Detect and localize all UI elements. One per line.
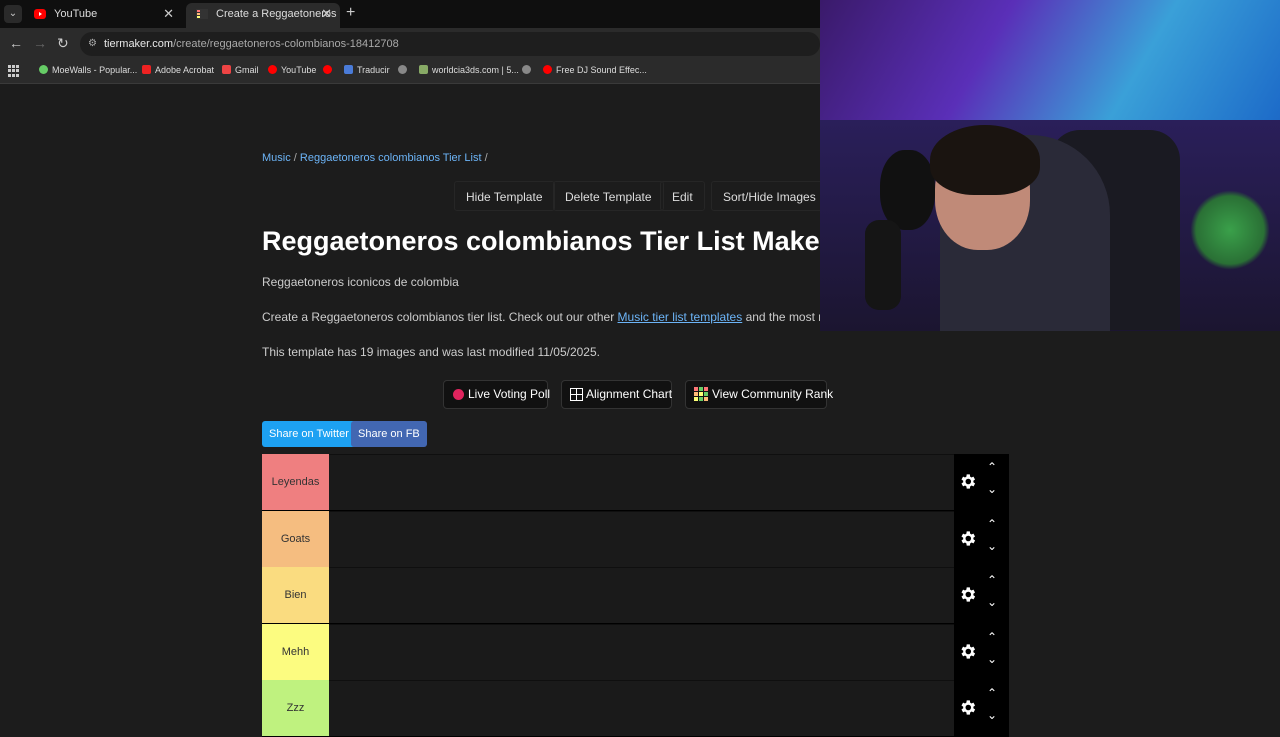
address-bar[interactable]: ⚙ tiermaker.com/create/reggaetoneros-col… — [80, 32, 820, 56]
tier-colors-icon — [694, 387, 708, 401]
share-twitter-button[interactable]: Share on Twitter — [262, 421, 356, 447]
alignment-chart-button[interactable]: Alignment Chart — [561, 380, 672, 409]
grid-icon — [570, 388, 583, 401]
webcam-microphone — [865, 220, 901, 310]
share-fb-button[interactable]: Share on FB — [351, 421, 427, 447]
sort-hide-images-button[interactable]: Sort/Hide Images — [711, 181, 828, 211]
forward-icon[interactable]: → — [33, 35, 47, 51]
breadcrumb: Music / Reggaetoneros colombianos Tier L… — [262, 152, 488, 164]
chevron-down-icon[interactable]: ⌄ — [987, 652, 997, 666]
tier-label[interactable]: Leyendas — [262, 454, 329, 510]
hide-template-button[interactable]: Hide Template — [454, 181, 555, 211]
acrobat-icon — [142, 65, 151, 74]
tier-drop-area[interactable] — [329, 623, 954, 680]
template-meta: This template has 19 images and was last… — [262, 345, 600, 359]
bookmark-free-dj[interactable]: Free DJ Sound Effec... — [543, 65, 647, 75]
close-icon[interactable]: ✕ — [321, 3, 332, 25]
chevron-up-icon[interactable]: ⌃ — [987, 686, 997, 700]
youtube-icon — [268, 65, 277, 74]
chevron-up-icon[interactable]: ⌃ — [987, 517, 997, 531]
live-voting-poll-button[interactable]: Live Voting Poll — [443, 380, 550, 409]
youtube-icon — [323, 65, 332, 74]
tier-label[interactable]: Bien — [262, 567, 329, 623]
bookmark-adobe-acrobat[interactable]: Adobe Acrobat — [142, 65, 214, 75]
tier-row: Goats ⌃ ⌄ — [262, 510, 1009, 567]
tier-controls: ⌃ ⌄ — [954, 680, 1009, 736]
worldcia-icon — [419, 65, 428, 74]
tier-controls: ⌃ ⌄ — [954, 510, 1009, 567]
moewalls-icon — [39, 65, 48, 74]
globe-icon — [522, 65, 531, 74]
gear-icon[interactable] — [958, 642, 977, 661]
template-description: Reggaetoneros iconicos de colombia — [262, 275, 459, 289]
music-templates-link[interactable]: Music tier list templates — [618, 310, 743, 324]
url-path: /create/reggaetoneros-colombianos-184127… — [173, 38, 399, 50]
tier-drop-area[interactable] — [329, 454, 954, 510]
breadcrumb-tier-list[interactable]: Reggaetoneros colombianos Tier List — [300, 152, 482, 164]
apps-icon[interactable] — [8, 65, 20, 77]
bookmark-youtube[interactable]: YouTube — [268, 65, 316, 75]
tier-row: Leyendas ⌃ ⌄ — [262, 454, 1009, 511]
url-host: tiermaker.com — [104, 38, 174, 50]
chevron-up-icon[interactable]: ⌃ — [987, 573, 997, 587]
chevron-up-icon[interactable]: ⌃ — [987, 630, 997, 644]
tier-row: Mehh ⌃ ⌄ — [262, 623, 1009, 680]
webcam-overlay — [820, 0, 1280, 331]
chevron-down-icon[interactable]: ⌄ — [987, 539, 997, 553]
youtube-icon — [34, 9, 46, 19]
breadcrumb-music[interactable]: Music — [262, 152, 291, 164]
intro-text: Create a Reggaetoneros colombianos tier … — [262, 310, 852, 324]
bookmark-globe-2[interactable] — [522, 65, 535, 75]
bookmark-globe[interactable] — [398, 65, 411, 75]
close-icon[interactable]: ✕ — [163, 3, 174, 25]
tier-controls: ⌃ ⌄ — [954, 567, 1009, 623]
record-icon — [453, 389, 464, 400]
tab-search-button[interactable]: ⌄ — [4, 5, 22, 23]
tiermaker-icon — [196, 9, 208, 19]
new-tab-icon[interactable]: + — [346, 4, 355, 22]
chevron-up-icon[interactable]: ⌃ — [987, 460, 997, 474]
gmail-icon — [222, 65, 231, 74]
tier-label[interactable]: Goats — [262, 510, 329, 567]
tier-drop-area[interactable] — [329, 510, 954, 567]
chevron-down-icon[interactable]: ⌄ — [987, 482, 997, 496]
view-community-rank-button[interactable]: View Community Rank — [685, 380, 833, 409]
bookmark-worldcia3ds[interactable]: worldcia3ds.com | 5... — [419, 65, 519, 75]
tier-label[interactable]: Zzz — [262, 680, 329, 736]
site-info-icon[interactable]: ⚙ — [88, 32, 97, 56]
delete-template-button[interactable]: Delete Template — [553, 181, 664, 211]
bookmark-moewalls[interactable]: MoeWalls - Popular... — [39, 65, 137, 75]
webcam-plush — [880, 150, 935, 230]
tier-row: Zzz ⌃ ⌄ — [262, 680, 1009, 737]
tab-youtube[interactable]: YouTube ✕ — [24, 3, 182, 28]
tab-tiermaker[interactable]: Create a Reggaetoneros colom ✕ — [186, 3, 340, 28]
reload-icon[interactable]: ↻ — [57, 35, 69, 52]
gear-icon[interactable] — [958, 529, 977, 548]
tier-controls: ⌃ ⌄ — [954, 454, 1009, 510]
youtube-icon — [543, 65, 552, 74]
bookmark-gmail[interactable]: Gmail — [222, 65, 259, 75]
tier-list: Leyendas ⌃ ⌄ Goats ⌃ ⌄ Bien ⌃ ⌄ Mehh ⌃ ⌄… — [262, 454, 1009, 737]
webcam-hair — [930, 125, 1040, 195]
tier-controls: ⌃ ⌄ — [954, 623, 1009, 680]
tier-row: Bien ⌃ ⌄ — [262, 567, 1009, 624]
translate-icon — [344, 65, 353, 74]
tab-title: YouTube — [54, 8, 98, 20]
globe-icon — [398, 65, 407, 74]
tier-drop-area[interactable] — [329, 567, 954, 623]
page-title: Reggaetoneros colombianos Tier List Make… — [262, 226, 831, 256]
back-icon[interactable]: ← — [9, 35, 23, 51]
gear-icon[interactable] — [958, 585, 977, 604]
bookmark-youtube-2[interactable] — [323, 65, 336, 75]
tier-drop-area[interactable] — [329, 680, 954, 736]
gear-icon[interactable] — [958, 472, 977, 491]
webcam-plant — [1190, 190, 1270, 270]
tier-label[interactable]: Mehh — [262, 623, 329, 680]
edit-button[interactable]: Edit — [660, 181, 705, 211]
bookmark-traducir[interactable]: Traducir — [344, 65, 390, 75]
gear-icon[interactable] — [958, 698, 977, 717]
chevron-down-icon[interactable]: ⌄ — [987, 595, 997, 609]
